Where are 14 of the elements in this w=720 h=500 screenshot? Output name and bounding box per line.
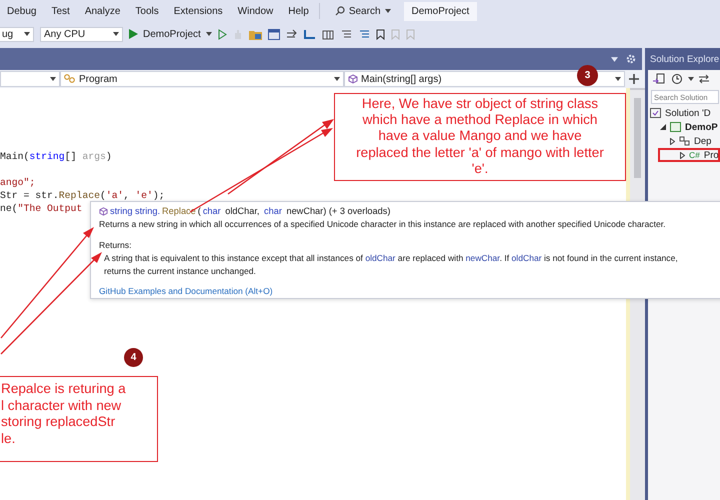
description-text: Returns a new string in which all occurrences of a specified Unicode character in this instance are replaced with another specified Unicode character.: [99, 219, 667, 229]
returns-label: Returns:: [99, 240, 132, 250]
method-signature: string string. Replace ( char oldChar, char newChar) (+ 3 overloads): [99, 206, 720, 216]
file-type-label: C#: [689, 150, 700, 160]
code-line: ango";: [0, 176, 36, 189]
project-title: DemoProject: [404, 2, 478, 20]
annotation-callout: Here, We have str object of string class which have a method Replace in which have a value Mango and we have replaced the letter 'a' of mango with letter 'e'.: [334, 93, 626, 181]
code-line: Main(string[] args): [0, 150, 112, 163]
code-line: ne("The Output: [0, 202, 82, 215]
returns-text: A string that is equivalent to this instance except that all instances of oldChar are replaced with newChar. If oldChar is not found in the current instance,: [103, 253, 679, 263]
returns-text: returns the current instance unchanged.: [103, 266, 257, 276]
code-line: Str = str.Replace('a', 'e');: [0, 189, 165, 202]
panel-title: Solution Explore: [642, 48, 720, 70]
annotation-callout: Repalce is returing a l character with new storing replacedStr le.: [0, 376, 158, 462]
